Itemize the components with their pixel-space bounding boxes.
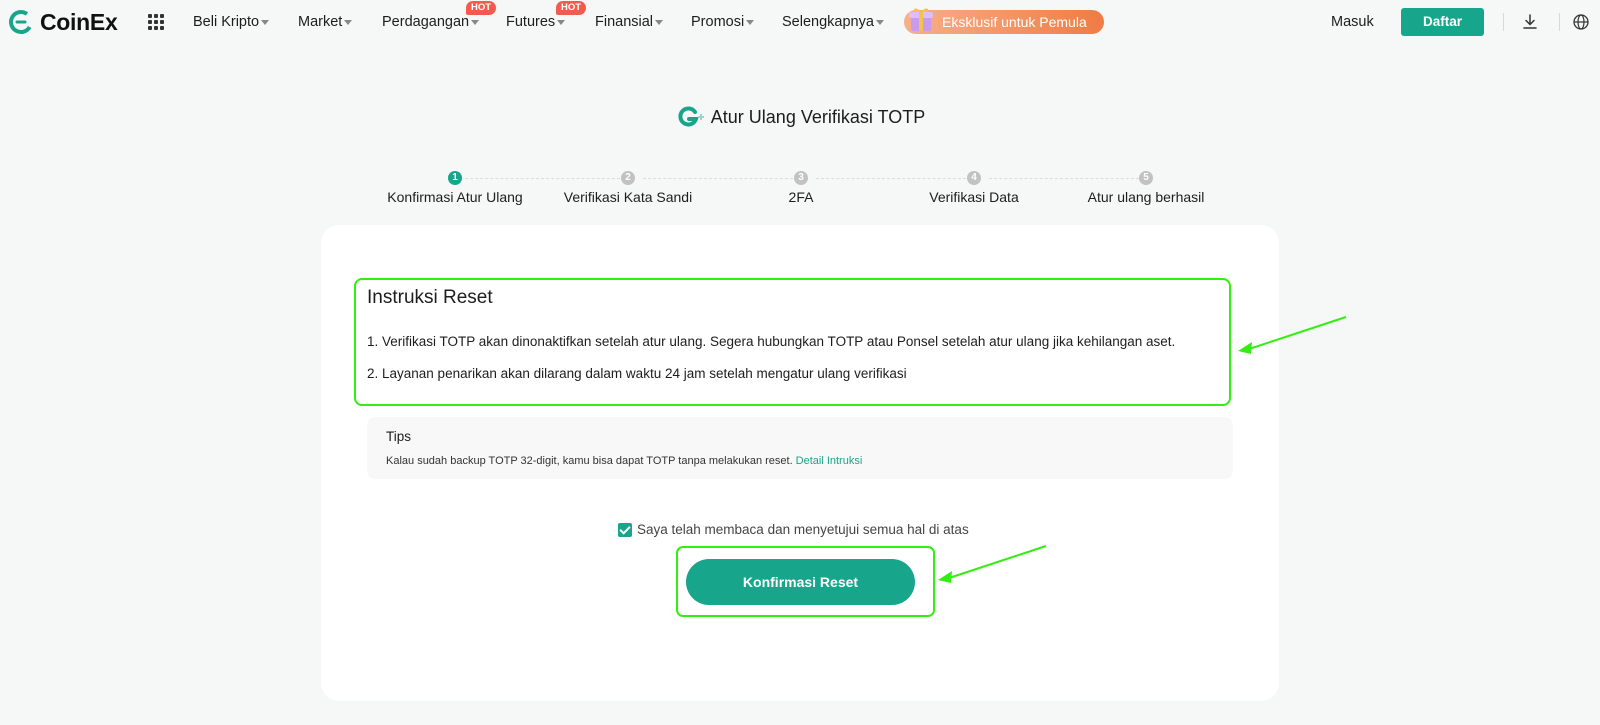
arrow-icon [1238,316,1347,354]
arrow-icon [938,545,1047,583]
annotation-arrows [938,316,1347,583]
